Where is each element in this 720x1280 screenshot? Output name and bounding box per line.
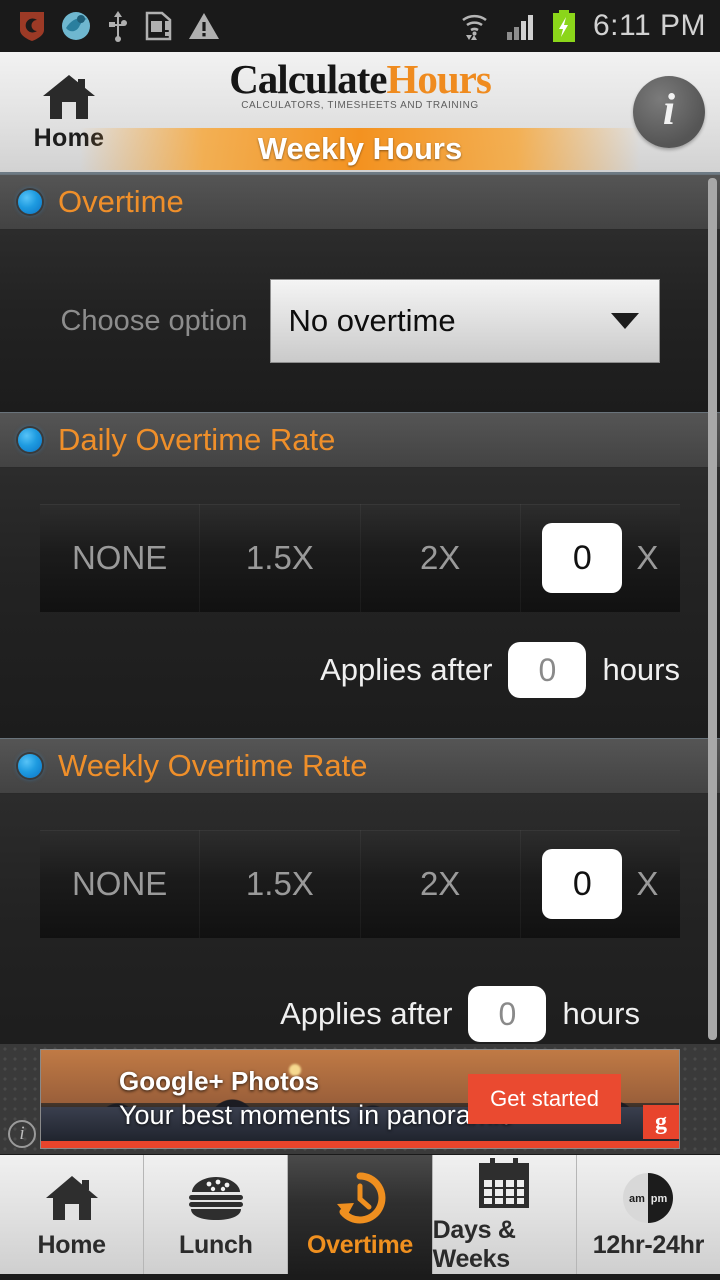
section-title-daily: Daily Overtime Rate [58,422,336,457]
wifi-icon [462,14,487,40]
browser-icon [62,12,90,40]
choose-option-row: Choose option No overtime [0,230,720,412]
panel-weekly-overtime: NONE 1.5X 2X 0 X Applies after 0 hours [0,794,720,1044]
weekly-applies-after-row: Applies after 0 hours [0,938,720,1044]
house-icon [42,1169,102,1227]
ad-title: Google+ Photos [119,1066,320,1096]
weekly-rate-custom: 0 X [521,830,680,938]
radio-selected-icon[interactable] [18,190,42,214]
ad-info-icon[interactable]: i [8,1120,36,1148]
shield-icon [20,12,44,41]
nav-label-days-and-weeks: Days & Weeks [432,1216,516,1273]
app-header: Home CalculateHours CALCULATORS, TIMESHE… [0,52,720,174]
daily-applies-after-unit: hours [602,652,680,687]
svg-text:pm: pm [651,1193,668,1205]
weekly-rate-option-none[interactable]: NONE [40,830,201,938]
nav-item-12hr-24hr[interactable]: am pm 12hr-24hr [576,1155,720,1274]
weekly-rate-selector: NONE 1.5X 2X 0 X [40,830,680,938]
radio-selected-icon[interactable] [18,428,42,452]
am-pm-clock-icon: am pm [619,1169,677,1227]
status-bar-left-icons [18,10,220,42]
nav-item-days-and-weeks[interactable]: Days & Weeks [432,1155,577,1274]
sim-card-warning-icon [145,11,172,41]
status-bar-right-icons: 6:11 PM [459,9,706,43]
weekly-rate-option-2x[interactable]: 2X [361,830,521,938]
daily-rate-custom: 0 X [521,504,680,612]
hamburger-icon [185,1169,247,1227]
chevron-down-icon [610,313,639,329]
battery-charging-icon [553,10,575,42]
section-title-weekly: Weekly Overtime Rate [58,748,368,783]
overtime-option-value: No overtime [288,303,456,338]
app-window: 6:11 PM Home CalculateHours CALCULATORS,… [0,0,720,1280]
daily-rate-custom-input[interactable]: 0 [542,523,623,593]
usb-icon [109,11,127,42]
daily-applies-after-row: Applies after 0 hours [0,612,720,738]
overtime-option-select[interactable]: No overtime [269,279,660,363]
info-button[interactable]: i [633,76,705,148]
nav-item-lunch[interactable]: Lunch [144,1155,289,1274]
nav-label-12hr-24hr: 12hr-24hr [592,1231,705,1259]
weekly-applies-after-label: Applies after [280,996,453,1031]
section-header-overtime[interactable]: Overtime [0,174,720,230]
daily-rate-option-1-5x[interactable]: 1.5X [200,504,361,612]
logo-tagline: CALCULATORS, TIMESHEETS AND TRAINING [241,100,479,112]
radio-selected-icon[interactable] [18,754,42,778]
nav-item-overtime[interactable]: Overtime [288,1155,433,1274]
google-plus-icon: g [643,1105,679,1139]
weekly-rate-custom-input[interactable]: 0 [542,849,623,919]
page-title-banner: Weekly Hours [80,128,640,170]
section-header-weekly-overtime-rate[interactable]: Weekly Overtime Rate [0,738,720,794]
brand-logo: CalculateHours CALCULATORS, TIMESHEETS A… [150,56,570,112]
choose-option-label: Choose option [60,304,248,337]
warning-triangle-icon [189,13,219,39]
bottom-navigation: Home Lunch Overtime Days & Weeks am pm 1… [0,1154,720,1274]
clock-refresh-icon [331,1169,389,1227]
daily-applies-after-label: Applies after [320,652,493,687]
logo-text-accent: Hours [386,56,491,102]
page-title: Weekly Hours [257,131,463,166]
nav-label-lunch: Lunch [179,1231,253,1259]
info-icon: i [662,85,676,134]
house-icon [43,74,95,119]
ad-banner[interactable]: Google+ Photos Your best moments in pano… [40,1049,680,1149]
daily-rate-option-2x[interactable]: 2X [361,504,521,612]
weekly-rate-custom-suffix: X [636,865,659,902]
ad-bottom-strip [41,1141,679,1148]
nav-label-home: Home [37,1231,106,1259]
panel-daily-overtime: NONE 1.5X 2X 0 X Applies after 0 hours [0,468,720,738]
section-title-overtime: Overtime [58,184,184,219]
logo-text-primary: Calculate [229,56,387,102]
daily-rate-custom-suffix: X [636,539,659,576]
section-header-daily-overtime-rate[interactable]: Daily Overtime Rate [0,412,720,468]
daily-applies-after-input[interactable]: 0 [508,642,587,698]
main-content: Overtime Choose option No overtime Daily… [0,174,720,1044]
panel-overtime: Choose option No overtime [0,230,720,412]
vertical-scrollbar[interactable] [708,178,717,1040]
ad-container: i Google+ Photos Your best moments in pa… [0,1044,720,1154]
calendar-icon [475,1155,533,1212]
weekly-applies-after-input[interactable]: 0 [468,986,547,1042]
daily-rate-selector: NONE 1.5X 2X 0 X [40,504,680,612]
ad-subtitle: Your best moments in panoramic [119,1100,513,1130]
ad-cta-button[interactable]: Get started [468,1074,621,1124]
nav-item-home[interactable]: Home [0,1155,145,1274]
daily-rate-option-none[interactable]: NONE [40,504,201,612]
clock-time: 6:11 PM [593,9,706,42]
weekly-applies-after-unit: hours [562,996,640,1031]
cellular-signal-icon [507,15,533,40]
svg-text:am: am [629,1193,645,1205]
status-bar: 6:11 PM [0,0,720,52]
weekly-rate-option-1-5x[interactable]: 1.5X [200,830,361,938]
nav-label-overtime: Overtime [307,1231,413,1259]
